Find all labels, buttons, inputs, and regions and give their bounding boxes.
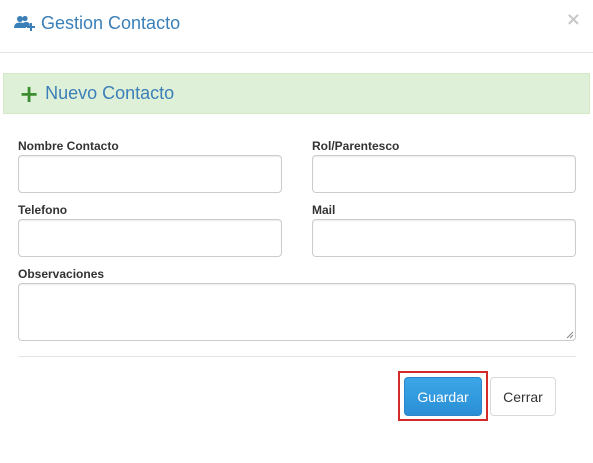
panel-heading-text: Nuevo Contacto — [45, 83, 175, 103]
plus-icon: + — [19, 79, 40, 108]
add-user-icon — [14, 14, 36, 32]
modal-title: Gestion Contacto — [14, 11, 180, 35]
form-divider — [18, 356, 576, 357]
telefono-input[interactable] — [18, 219, 282, 257]
modal-title-text: Gestion Contacto — [41, 12, 181, 33]
mail-input[interactable] — [312, 219, 576, 257]
rol-parentesco-input[interactable] — [312, 155, 576, 193]
modal-header: Gestion Contacto × — [0, 0, 593, 53]
mail-label: Mail — [312, 203, 336, 217]
observaciones-textarea[interactable] — [18, 283, 576, 341]
nombre-contacto-input[interactable] — [18, 155, 282, 193]
resize-grip-icon[interactable] — [566, 331, 574, 339]
close-button[interactable]: × — [566, 11, 581, 29]
panel-heading: + Nuevo Contacto — [3, 73, 590, 114]
telefono-label: Telefono — [18, 203, 68, 217]
guardar-button[interactable]: Guardar — [404, 377, 482, 416]
rol-parentesco-label: Rol/Parentesco — [312, 139, 400, 153]
cerrar-button[interactable]: Cerrar — [490, 377, 556, 416]
observaciones-label: Observaciones — [18, 267, 105, 281]
nombre-contacto-label: Nombre Contacto — [18, 139, 119, 153]
